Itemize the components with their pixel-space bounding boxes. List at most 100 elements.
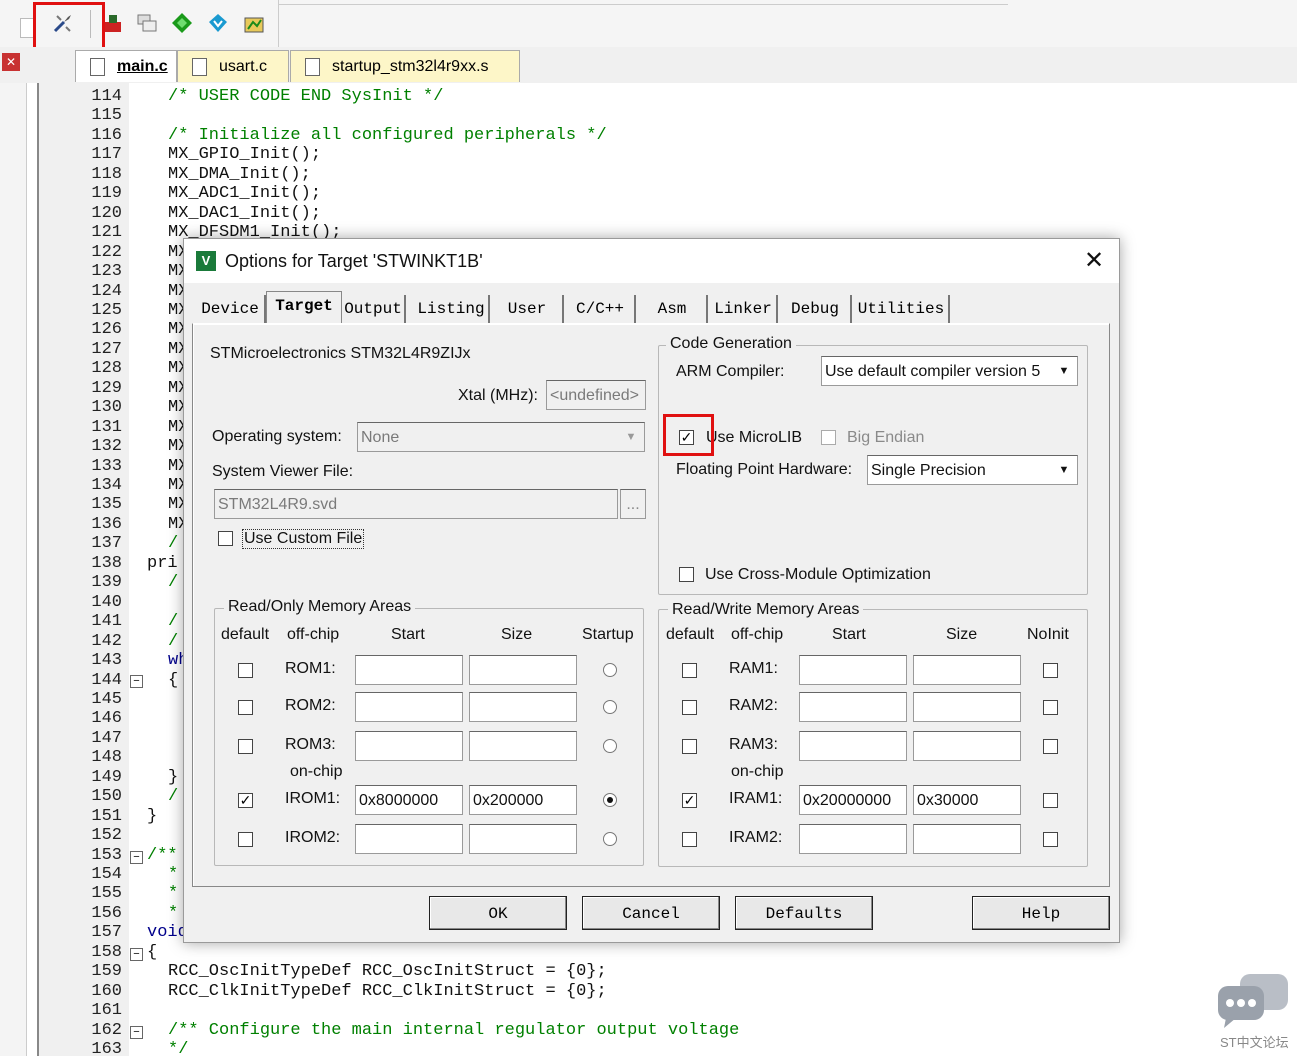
code-line[interactable]: * — [168, 904, 178, 923]
xtal-field[interactable]: <undefined> — [546, 380, 646, 410]
ram-row-start-input[interactable] — [799, 655, 907, 685]
arm-compiler-select[interactable]: Use default compiler version 5 ▼ — [821, 356, 1078, 386]
fold-toggle-icon[interactable]: − — [130, 675, 143, 688]
ram-row-start-input[interactable] — [799, 824, 907, 854]
tab-c-cpp[interactable]: C/C++ — [566, 295, 636, 323]
rom-row-default-checkbox[interactable] — [238, 663, 253, 678]
tab-target[interactable]: Target — [266, 291, 342, 324]
code-line[interactable]: /* USER CODE END SysInit */ — [168, 87, 443, 106]
rom-row-default-checkbox[interactable] — [238, 832, 253, 847]
green-diamond-icon[interactable] — [171, 12, 193, 34]
code-line[interactable]: } — [147, 807, 157, 826]
code-line[interactable]: /** — [147, 846, 178, 865]
build-icon[interactable] — [243, 12, 265, 34]
download-icon[interactable] — [207, 12, 229, 34]
code-line[interactable]: /* Initialize all configured peripherals… — [168, 126, 607, 145]
rom-row-start-input[interactable] — [355, 655, 463, 685]
rom-row-size-input[interactable] — [469, 731, 577, 761]
rom-row-default-checkbox[interactable] — [238, 700, 253, 715]
browse-button[interactable]: ... — [620, 489, 646, 519]
fold-toggle-icon[interactable]: − — [130, 1026, 143, 1039]
code-line[interactable]: / — [168, 534, 178, 553]
tab-output[interactable]: Output — [342, 295, 406, 323]
code-line[interactable]: / — [168, 632, 178, 651]
code-line[interactable]: /** Configure the main internal regulato… — [168, 1021, 739, 1040]
code-line[interactable]: * — [168, 865, 178, 884]
ram-row-start-input[interactable] — [799, 731, 907, 761]
code-line[interactable]: */ — [168, 1040, 188, 1059]
rom-row-size-input[interactable]: 0x200000 — [469, 785, 577, 815]
dropdown-handle[interactable] — [20, 18, 34, 38]
tab-utilities[interactable]: Utilities — [854, 295, 950, 323]
code-line[interactable]: MX_DAC1_Init(); — [168, 204, 321, 223]
tab-listing[interactable]: Listing — [414, 295, 490, 323]
fold-toggle-icon[interactable]: − — [130, 948, 143, 961]
code-line[interactable]: / — [168, 573, 178, 592]
ram-row-size-input[interactable] — [913, 692, 1021, 722]
ram-row-noinit-checkbox[interactable] — [1043, 700, 1058, 715]
code-line[interactable]: } — [168, 768, 178, 787]
code-line[interactable]: MX_ADC1_Init(); — [168, 184, 321, 203]
rom-row-default-checkbox[interactable] — [238, 739, 253, 754]
load-icon[interactable] — [102, 12, 124, 34]
ram-row-noinit-checkbox[interactable] — [1043, 793, 1058, 808]
ram-row-default-checkbox[interactable] — [682, 700, 697, 715]
code-line[interactable]: RCC_OscInitTypeDef RCC_OscInitStruct = {… — [168, 962, 607, 981]
code-line[interactable]: / — [168, 612, 178, 631]
ram-row-default-checkbox[interactable]: ✓ — [682, 793, 697, 808]
rom-row-default-checkbox[interactable]: ✓ — [238, 793, 253, 808]
ram-row-start-input[interactable]: 0x20000000 — [799, 785, 907, 815]
code-line[interactable]: MX_GPIO_Init(); — [168, 145, 321, 164]
ram-row-default-checkbox[interactable] — [682, 739, 697, 754]
tab-asm[interactable]: Asm — [638, 295, 708, 323]
rom-row-size-input[interactable] — [469, 824, 577, 854]
code-line[interactable]: pri — [147, 554, 178, 573]
ram-row-start-input[interactable] — [799, 692, 907, 722]
tab-device[interactable]: Device — [196, 295, 266, 323]
code-line[interactable]: * — [168, 884, 178, 903]
ram-row-default-checkbox[interactable] — [682, 832, 697, 847]
code-line[interactable]: MX_DMA_Init(); — [168, 165, 311, 184]
rom-row-size-input[interactable] — [469, 655, 577, 685]
fold-toggle-icon[interactable]: − — [130, 851, 143, 864]
cancel-button[interactable]: Cancel — [582, 896, 720, 930]
ram-row-size-input[interactable] — [913, 731, 1021, 761]
big-endian-checkbox[interactable] — [821, 430, 836, 445]
fpu-select[interactable]: Single Precision ▼ — [867, 455, 1078, 485]
ram-row-noinit-checkbox[interactable] — [1043, 739, 1058, 754]
tab-startup[interactable]: startup_stm32l4r9xx.s — [290, 50, 520, 82]
tab-usart-c[interactable]: usart.c — [177, 50, 289, 82]
rom-row-start-input[interactable] — [355, 731, 463, 761]
ram-row-size-input[interactable] — [913, 824, 1021, 854]
code-line[interactable]: / — [168, 787, 178, 806]
rom-row-start-input[interactable] — [355, 692, 463, 722]
svf-field[interactable]: STM32L4R9.svd — [214, 489, 618, 519]
help-button[interactable]: Help — [972, 896, 1110, 930]
ram-row-size-input[interactable] — [913, 655, 1021, 685]
tab-user[interactable]: User — [492, 295, 564, 323]
code-line[interactable]: { — [168, 671, 178, 690]
defaults-button[interactable]: Defaults — [735, 896, 873, 930]
tab-main-c[interactable]: main.c — [75, 50, 177, 82]
window-icon[interactable] — [136, 12, 158, 34]
rom-row-start-input[interactable] — [355, 824, 463, 854]
code-line[interactable]: void — [147, 923, 188, 942]
ok-button[interactable]: OK — [429, 896, 567, 930]
cross-module-checkbox[interactable] — [679, 567, 694, 582]
ram-row-default-checkbox[interactable] — [682, 663, 697, 678]
rom-row-startup-radio[interactable] — [603, 663, 617, 677]
use-custom-file-checkbox[interactable] — [218, 531, 233, 546]
rom-row-startup-radio[interactable] — [603, 739, 617, 753]
ram-row-noinit-checkbox[interactable] — [1043, 663, 1058, 678]
code-line[interactable]: RCC_ClkInitTypeDef RCC_ClkInitStruct = {… — [168, 982, 607, 1001]
rom-row-size-input[interactable] — [469, 692, 577, 722]
ram-row-noinit-checkbox[interactable] — [1043, 832, 1058, 847]
ram-row-size-input[interactable]: 0x30000 — [913, 785, 1021, 815]
tab-debug[interactable]: Debug — [780, 295, 852, 323]
rom-row-startup-radio[interactable] — [603, 832, 617, 846]
rom-row-start-input[interactable]: 0x8000000 — [355, 785, 463, 815]
rom-row-startup-radio[interactable] — [603, 700, 617, 714]
code-line[interactable]: { — [147, 943, 157, 962]
dialog-close-icon[interactable]: ✕ — [1080, 247, 1108, 275]
rom-row-startup-radio[interactable] — [603, 793, 617, 807]
